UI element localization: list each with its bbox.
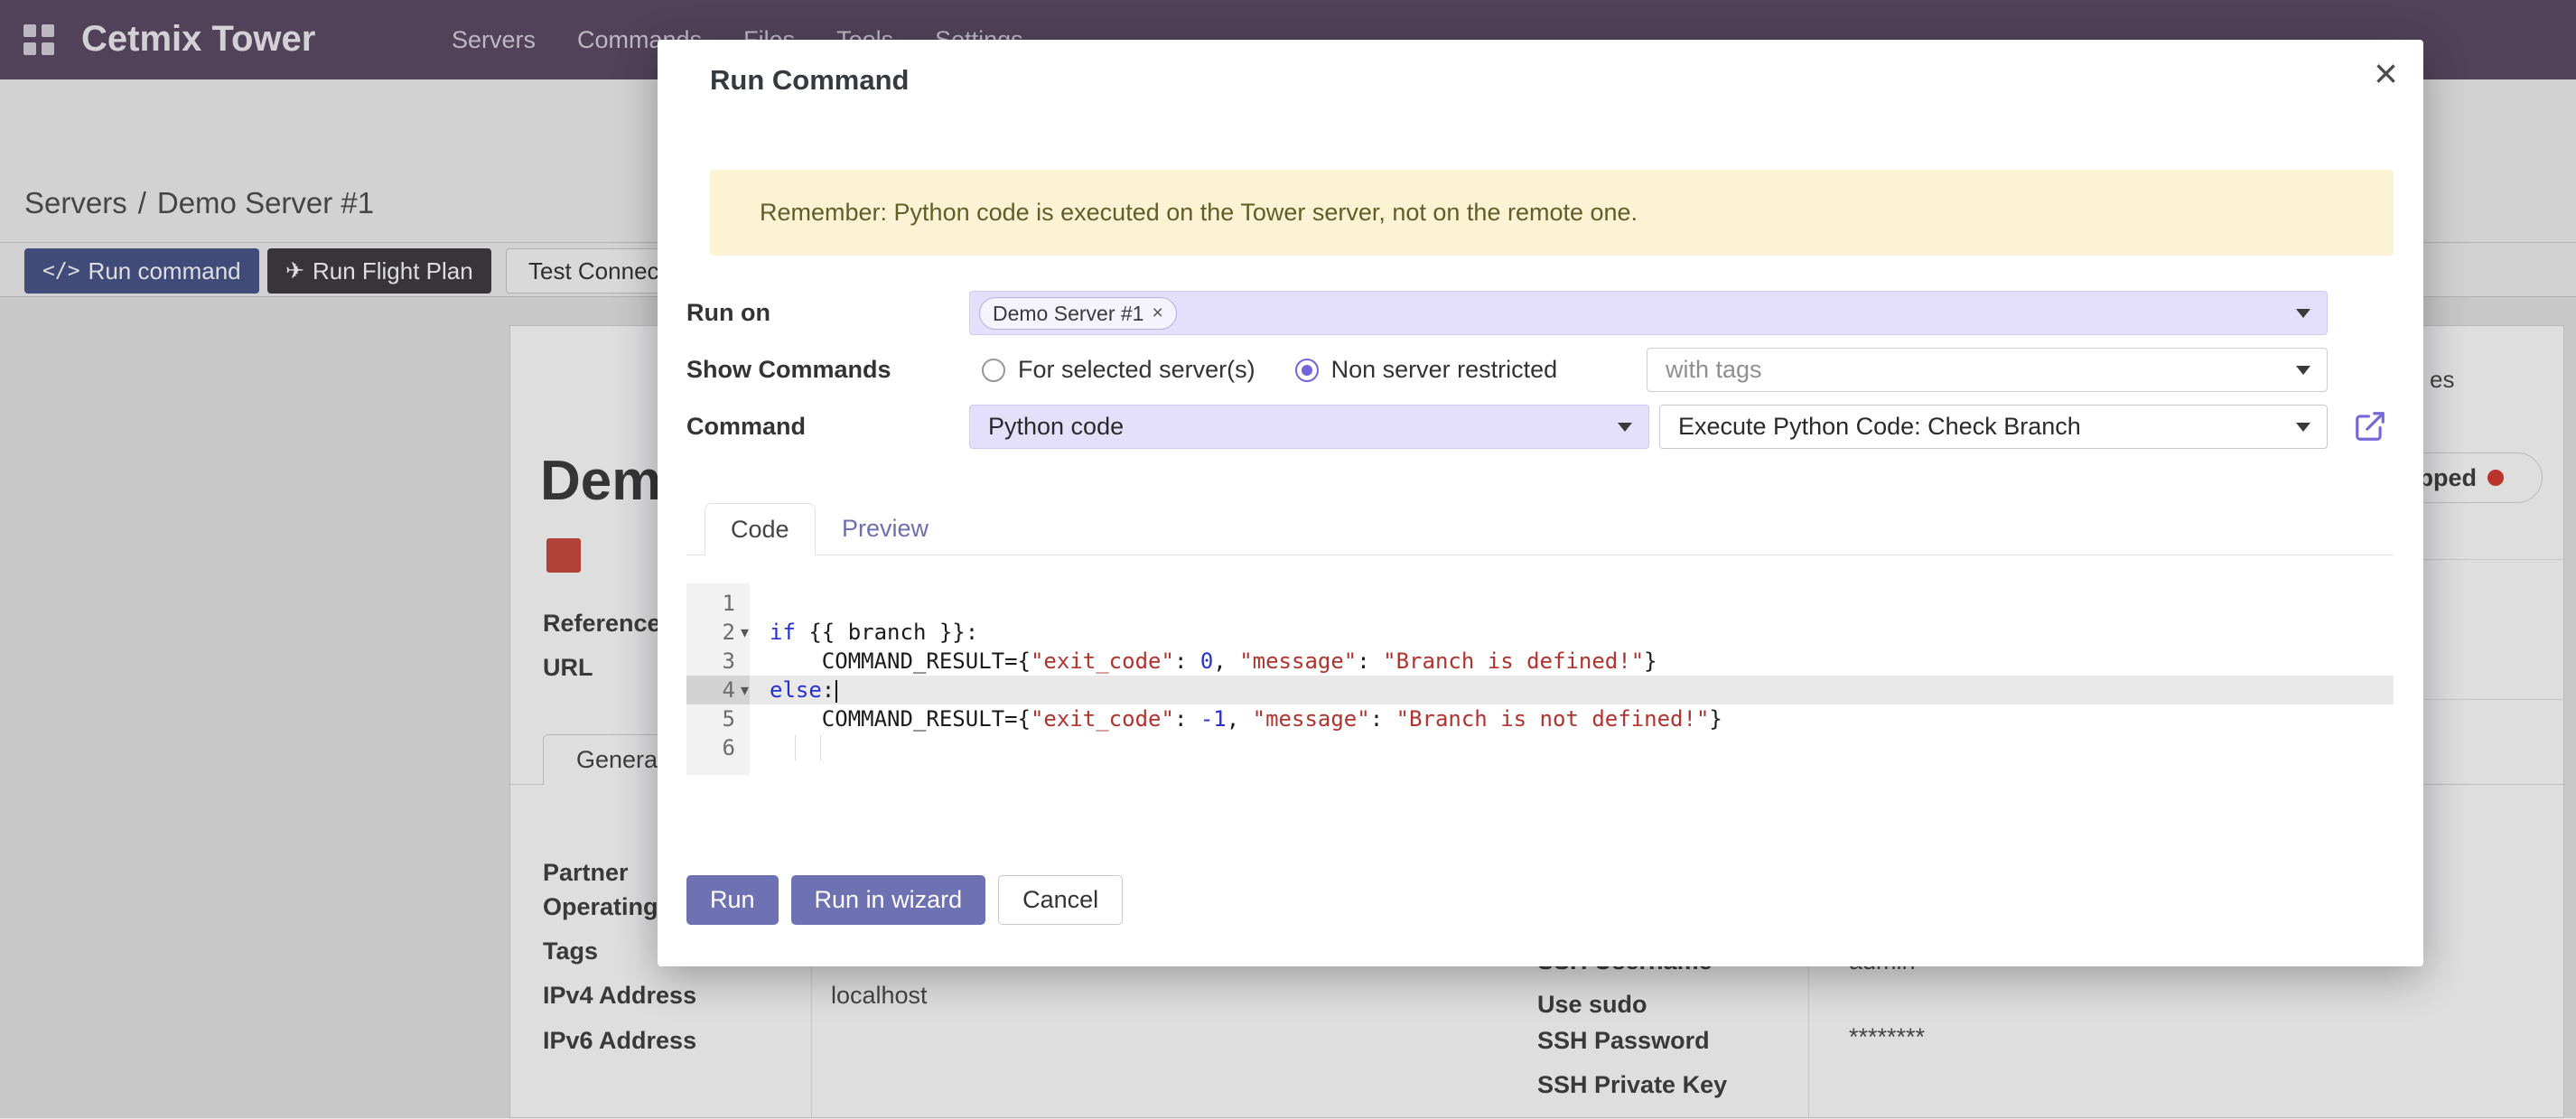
close-icon[interactable]: × bbox=[2374, 52, 2398, 94]
tab-code[interactable]: Code bbox=[705, 503, 816, 555]
code-line-6[interactable]: 6 bbox=[686, 733, 2394, 762]
line-number: 1 bbox=[686, 589, 750, 618]
indent-guide bbox=[820, 735, 821, 760]
run-command-dialog: Run Command × Remember: Python code is e… bbox=[658, 40, 2423, 966]
line-number: 6 bbox=[686, 733, 750, 762]
code-text[interactable]: if {{ branch }}: bbox=[770, 618, 978, 647]
chip-remove-icon[interactable]: × bbox=[1152, 303, 1162, 324]
line-number: 5 bbox=[686, 704, 750, 733]
command-type-value: Python code bbox=[970, 406, 1648, 448]
command-select[interactable]: Execute Python Code: Check Branch bbox=[1659, 405, 2328, 449]
run-in-wizard-button[interactable]: Run in wizard bbox=[791, 875, 986, 925]
indent-guide bbox=[795, 735, 796, 760]
server-tag-chip[interactable]: Demo Server #1 × bbox=[979, 297, 1177, 330]
code-text[interactable]: COMMAND_RESULT={"exit_code": 0, "message… bbox=[770, 647, 1657, 676]
radio-non-server-restricted[interactable] bbox=[1295, 359, 1319, 382]
tags-select[interactable]: with tags bbox=[1647, 348, 2328, 392]
show-commands-radio-group: For selected server(s) Non server restri… bbox=[969, 348, 1557, 392]
chevron-down-icon[interactable] bbox=[2296, 366, 2310, 375]
radio-for-selected-servers-label[interactable]: For selected server(s) bbox=[1018, 356, 1255, 384]
tab-preview[interactable]: Preview bbox=[818, 503, 952, 555]
run-on-multiselect[interactable]: Demo Server #1 × bbox=[969, 291, 2328, 335]
tags-select-placeholder: with tags bbox=[1647, 349, 2327, 391]
command-type-select[interactable]: Python code bbox=[969, 405, 1649, 449]
code-line-3[interactable]: 3 COMMAND_RESULT={"exit_code": 0, "messa… bbox=[686, 647, 2394, 676]
run-button[interactable]: Run bbox=[686, 875, 779, 925]
dialog-title: Run Command bbox=[710, 64, 909, 97]
radio-for-selected-servers[interactable] bbox=[982, 359, 1005, 382]
chevron-down-icon[interactable] bbox=[2296, 309, 2310, 318]
chevron-down-icon[interactable] bbox=[1618, 423, 1632, 432]
code-editor[interactable]: 1 2▾ if {{ branch }}: 3 COMMAND_RESULT={… bbox=[686, 583, 2394, 775]
run-on-label: Run on bbox=[686, 291, 770, 335]
command-label: Command bbox=[686, 405, 806, 449]
code-text[interactable]: else: bbox=[770, 676, 837, 704]
external-link-icon[interactable] bbox=[2353, 409, 2387, 443]
line-number: 2▾ bbox=[686, 618, 750, 647]
code-line-2[interactable]: 2▾ if {{ branch }}: bbox=[686, 618, 2394, 647]
command-select-value: Execute Python Code: Check Branch bbox=[1660, 406, 2327, 448]
radio-non-server-restricted-label[interactable]: Non server restricted bbox=[1331, 356, 1558, 384]
cancel-button[interactable]: Cancel bbox=[998, 875, 1123, 925]
line-number: 4▾ bbox=[686, 676, 750, 704]
warning-alert-text: Remember: Python code is executed on the… bbox=[710, 170, 2394, 256]
editor-tabs: Code Preview bbox=[686, 503, 2394, 555]
fold-icon[interactable]: ▾ bbox=[741, 618, 749, 647]
chevron-down-icon[interactable] bbox=[2296, 423, 2310, 432]
dialog-footer: Run Run in wizard Cancel bbox=[686, 875, 1123, 925]
show-commands-label: Show Commands bbox=[686, 348, 891, 392]
fold-icon[interactable]: ▾ bbox=[741, 676, 749, 704]
line-number: 3 bbox=[686, 647, 750, 676]
code-text[interactable]: COMMAND_RESULT={"exit_code": -1, "messag… bbox=[770, 704, 1722, 733]
code-line-5[interactable]: 5 COMMAND_RESULT={"exit_code": -1, "mess… bbox=[686, 704, 2394, 733]
warning-alert: Remember: Python code is executed on the… bbox=[710, 170, 2394, 256]
server-tag-label: Demo Server #1 bbox=[993, 302, 1143, 326]
code-line-1[interactable]: 1 bbox=[686, 589, 2394, 618]
text-cursor bbox=[835, 680, 837, 703]
code-line-4-active[interactable]: 4▾ else: bbox=[686, 676, 2394, 704]
